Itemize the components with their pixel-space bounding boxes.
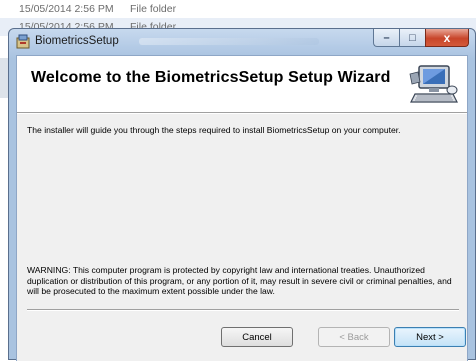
banner-divider — [17, 113, 467, 114]
button-separator — [27, 309, 459, 311]
computer-setup-icon — [409, 65, 458, 103]
minimize-icon: – — [383, 31, 390, 44]
explorer-row[interactable]: 15/05/2014 2:56 PM File folder — [0, 0, 476, 18]
wizard-banner: Welcome to the BiometricsSetup Setup Wiz… — [17, 56, 467, 113]
installer-app-icon — [16, 34, 30, 49]
cancel-button[interactable]: Cancel — [221, 327, 293, 347]
maximize-button[interactable]: □ — [399, 29, 425, 47]
close-button[interactable]: x — [425, 29, 469, 47]
maximize-icon: □ — [409, 31, 416, 44]
close-icon: x — [443, 30, 451, 45]
window-title: BiometricsSetup — [35, 35, 119, 47]
page-title: Welcome to the BiometricsSetup Setup Wiz… — [31, 69, 391, 86]
row-type: File folder — [130, 3, 177, 15]
copyright-warning: WARNING: This computer program is protec… — [27, 265, 452, 296]
intro-text: The installer will guide you through the… — [27, 125, 401, 135]
row-date: 15/05/2014 2:56 PM — [19, 3, 114, 15]
back-button[interactable]: < Back — [318, 327, 390, 347]
minimize-button[interactable]: – — [373, 29, 399, 47]
wizard-client-area: Welcome to the BiometricsSetup Setup Wiz… — [16, 55, 468, 361]
title-bar-reflection — [139, 38, 319, 45]
next-button[interactable]: Next > — [394, 327, 466, 347]
setup-window: BiometricsSetup – □ x Welcome to the Bio… — [8, 28, 476, 361]
title-bar[interactable]: BiometricsSetup – □ x — [9, 29, 475, 55]
window-controls: – □ x — [373, 29, 469, 47]
